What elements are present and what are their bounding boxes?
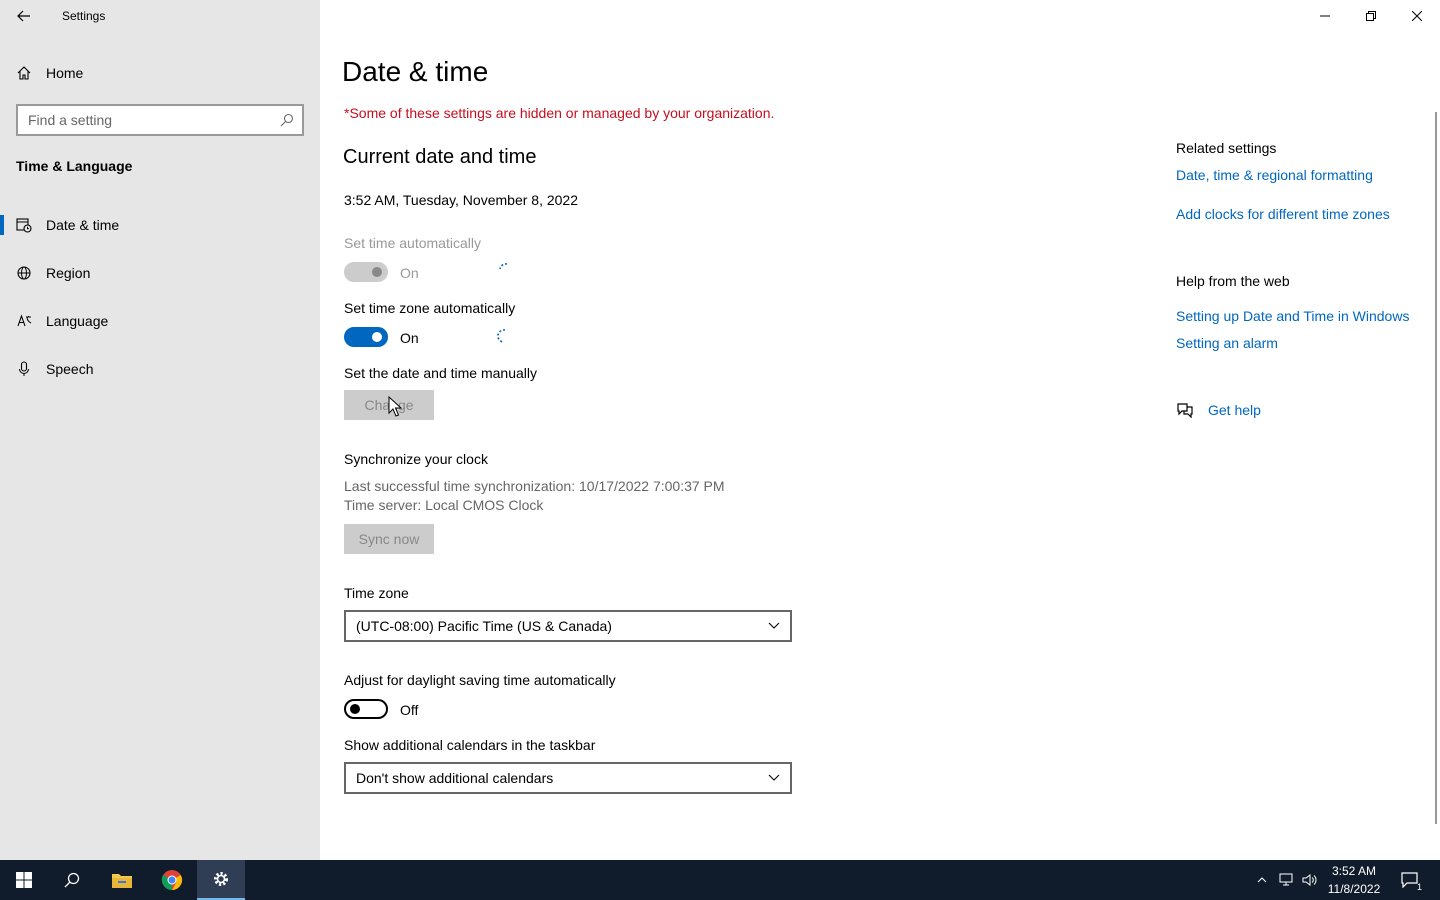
section-title: Time & Language (16, 158, 133, 174)
file-explorer-button[interactable] (98, 860, 146, 900)
get-help-link[interactable]: Get help (1208, 402, 1261, 418)
minimize-button[interactable] (1302, 0, 1348, 32)
window-title: Settings (62, 9, 106, 23)
taskbar-clock[interactable]: 3:52 AM 11/8/2022 (1326, 862, 1382, 898)
minimize-icon (1320, 15, 1330, 17)
calendars-dropdown[interactable]: Don't show additional calendars (344, 762, 792, 794)
language-icon (16, 313, 32, 329)
loading-spinner-icon (497, 329, 506, 343)
notification-count: 1 (1416, 882, 1422, 892)
calendars-label: Show additional calendars in the taskbar (344, 737, 596, 753)
chrome-icon (161, 870, 183, 891)
settings-taskbar-button[interactable] (197, 860, 245, 900)
network-icon[interactable] (1275, 860, 1299, 900)
back-button[interactable] (12, 4, 36, 28)
search-icon (64, 872, 80, 888)
dst-label: Adjust for daylight saving time automati… (344, 672, 616, 688)
loading-spinner-icon (499, 263, 508, 270)
time-server-text: Time server: Local CMOS Clock (344, 497, 544, 513)
start-button[interactable] (0, 860, 48, 900)
home-label: Home (46, 65, 84, 81)
timezone-value: (UTC-08:00) Pacific Time (US & Canada) (356, 618, 612, 634)
setup-date-time-link[interactable]: Setting up Date and Time in Windows (1176, 308, 1409, 324)
manual-time-label: Set the date and time manually (344, 365, 538, 381)
sidebar-item-label: Region (46, 265, 91, 281)
sidebar-item-speech[interactable]: Speech (0, 349, 320, 389)
mouse-cursor-icon (388, 396, 402, 417)
calendar-clock-icon (16, 217, 32, 233)
sidebar-item-label: Date & time (46, 217, 120, 233)
last-sync-text: Last successful time synchronization: 10… (344, 478, 725, 494)
sync-clock-label: Synchronize your clock (344, 451, 488, 467)
set-timezone-auto-state: On (400, 330, 419, 346)
regional-formatting-link[interactable]: Date, time & regional formatting (1176, 167, 1373, 183)
windows-logo-icon (16, 872, 32, 888)
search-box[interactable] (16, 104, 304, 136)
chevron-down-icon (768, 774, 780, 781)
search-icon (280, 113, 294, 127)
set-time-auto-label: Set time automatically (344, 235, 481, 251)
home-link[interactable]: Home (16, 62, 83, 84)
managed-warning: *Some of these settings are hidden or ma… (344, 105, 775, 121)
chat-help-icon (1177, 403, 1193, 418)
folder-icon (112, 874, 132, 888)
sidebar-item-date-time[interactable]: Date & time (0, 205, 320, 245)
home-icon (17, 66, 31, 80)
sidebar: Settings Home Time & Language Date & tim… (0, 0, 320, 860)
microphone-icon (16, 361, 32, 377)
close-icon (1412, 11, 1422, 21)
chrome-button[interactable] (148, 860, 196, 900)
sidebar-item-region[interactable]: Region (0, 253, 320, 293)
gear-icon (214, 872, 228, 886)
taskbar: 3:52 AM 11/8/2022 1 (0, 860, 1440, 900)
setting-alarm-link[interactable]: Setting an alarm (1176, 335, 1278, 351)
set-timezone-auto-toggle[interactable] (344, 327, 388, 347)
globe-icon (16, 265, 32, 281)
tray-chevron-up-icon[interactable] (1250, 860, 1274, 900)
dst-state: Off (400, 702, 419, 718)
timezone-dropdown[interactable]: (UTC-08:00) Pacific Time (US & Canada) (344, 610, 792, 642)
sync-now-button[interactable]: Sync now (344, 524, 434, 554)
taskbar-search-button[interactable] (48, 860, 96, 900)
close-button[interactable] (1394, 0, 1440, 32)
page-title: Date & time (342, 56, 489, 87)
set-timezone-auto-label: Set time zone automatically (344, 300, 516, 316)
related-settings-title: Related settings (1176, 140, 1277, 156)
back-arrow-icon (17, 10, 30, 22)
sidebar-item-label: Language (46, 313, 109, 329)
restore-button[interactable] (1348, 0, 1394, 32)
restore-icon (1366, 11, 1376, 21)
set-time-auto-state: On (400, 265, 419, 281)
chevron-down-icon (768, 622, 780, 629)
current-date-value: 3:52 AM, Tuesday, November 8, 2022 (344, 192, 578, 208)
scrollbar[interactable] (1435, 112, 1437, 824)
current-date-heading: Current date and time (343, 146, 537, 168)
sidebar-item-language[interactable]: Language (0, 301, 320, 341)
dst-toggle[interactable] (344, 699, 388, 719)
taskbar-time: 3:52 AM (1331, 864, 1377, 878)
help-web-title: Help from the web (1176, 273, 1290, 289)
volume-icon[interactable] (1298, 860, 1322, 900)
timezone-label: Time zone (344, 585, 409, 601)
search-input[interactable] (28, 112, 280, 128)
taskbar-date: 11/8/2022 (1327, 882, 1381, 896)
notification-center-button[interactable]: 1 (1396, 860, 1424, 900)
add-clocks-link[interactable]: Add clocks for different time zones (1176, 206, 1390, 222)
set-time-auto-toggle (344, 262, 388, 282)
calendars-value: Don't show additional calendars (356, 770, 554, 786)
sidebar-item-label: Speech (46, 361, 94, 377)
